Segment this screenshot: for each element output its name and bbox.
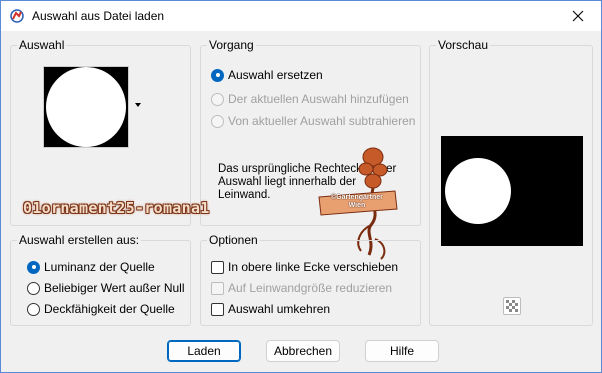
radio-button[interactable] [211, 92, 224, 106]
preview-canvas [441, 136, 583, 246]
close-button[interactable] [555, 1, 601, 31]
paintshop-icon [10, 9, 24, 23]
radio-hinzufuegen[interactable]: Der aktuellen Auswahl hinzufügen [211, 91, 409, 107]
radio-auswahl-ersetzen[interactable]: Auswahl ersetzen [211, 67, 323, 83]
window-title: Auswahl aus Datei laden [32, 9, 165, 23]
vorschau-group: Vorschau [429, 38, 593, 326]
optionen-legend: Optionen [207, 233, 260, 247]
radio-label: Auswahl ersetzen [228, 68, 323, 82]
radio-label: Der aktuellen Auswahl hinzufügen [228, 92, 409, 106]
checkbox-label: Auf Leinwandgröße reduzieren [228, 281, 393, 295]
preview-selection-circle [445, 158, 511, 224]
watermark-line1: ©Gartengärtner [331, 194, 383, 201]
checkbox-auswahl-umkehren[interactable]: Auswahl umkehren [211, 301, 330, 317]
checkbox-leinwandgroesse[interactable]: Auf Leinwandgröße reduzieren [211, 280, 392, 296]
checkbox-obere-linke-ecke[interactable]: In obere linke Ecke verschieben [211, 259, 398, 275]
optionen-group: Optionen In obere linke Ecke verschieben… [200, 233, 421, 326]
radio-button[interactable] [211, 114, 224, 128]
radio-label: Luminanz der Quelle [44, 260, 155, 274]
checkbox[interactable] [211, 260, 224, 274]
radio-label: Von aktueller Auswahl subtrahieren [228, 114, 416, 128]
checkbox-label: Auswahl umkehren [228, 302, 331, 316]
watermark-text: ©Gartengärtner Wien [331, 194, 383, 210]
radio-label: Deckfähigkeit der Quelle [44, 302, 175, 316]
title-bar: Auswahl aus Datei laden [1, 1, 601, 31]
checkbox[interactable] [211, 302, 224, 316]
abbrechen-button[interactable]: Abbrechen [266, 340, 340, 362]
radio-label: Beliebiger Wert außer Null [44, 281, 185, 295]
source-group: Auswahl erstellen aus: Luminanz der Quel… [10, 233, 191, 326]
radio-button[interactable] [27, 260, 40, 274]
hilfe-button[interactable]: Hilfe [365, 340, 439, 362]
radio-deckfaehigkeit[interactable]: Deckfähigkeit der Quelle [27, 301, 175, 317]
dropdown-arrow-icon[interactable] [135, 103, 141, 107]
selection-thumbnail[interactable] [43, 66, 129, 148]
radio-button[interactable] [211, 68, 224, 82]
checkbox-label: In obere linke Ecke verschieben [228, 260, 399, 274]
radio-luminanz[interactable]: Luminanz der Quelle [27, 259, 155, 275]
dialog-window: Auswahl aus Datei laden Auswahl Auswahl … [0, 0, 602, 373]
radio-button[interactable] [27, 302, 40, 316]
vorschau-legend: Vorschau [436, 38, 491, 52]
source-legend: Auswahl erstellen aus: [17, 233, 142, 247]
selection-preview-circle [46, 67, 126, 147]
laden-button[interactable]: Laden [167, 340, 241, 362]
radio-beliebiger-wert[interactable]: Beliebiger Wert außer Null [27, 280, 185, 296]
ornament-overlay-label: 01ornament25-romana1 [23, 199, 210, 217]
checkbox[interactable] [211, 281, 224, 295]
close-icon [572, 10, 584, 22]
radio-subtrahieren[interactable]: Von aktueller Auswahl subtrahieren [211, 113, 415, 129]
checkerboard-icon[interactable] [503, 297, 521, 315]
watermark-line2: Wien [348, 202, 366, 209]
radio-button[interactable] [27, 281, 40, 295]
auswahl-legend: Auswahl [17, 38, 67, 52]
vorgang-legend: Vorgang [207, 38, 256, 52]
